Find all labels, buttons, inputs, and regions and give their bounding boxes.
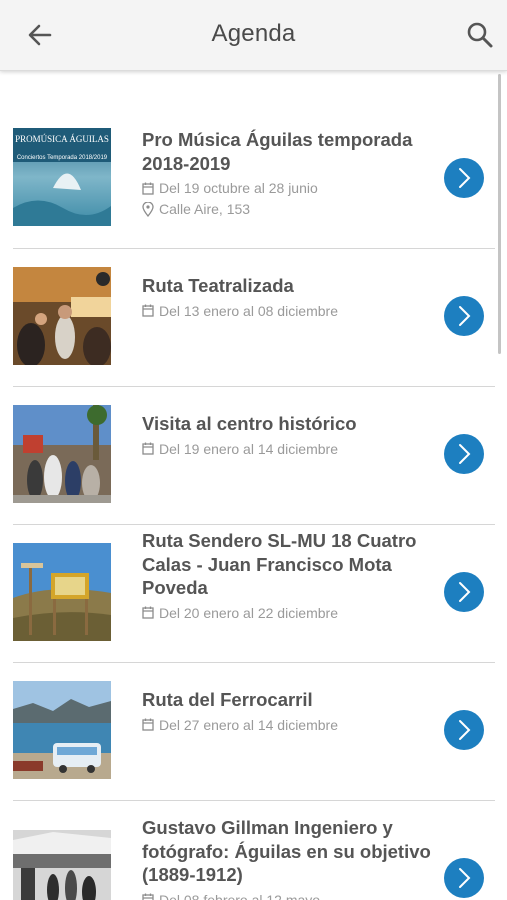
calendar-icon	[142, 442, 154, 455]
thumbnail-subtitle: Conciertos Temporada 2018/2019	[17, 155, 108, 161]
chevron-right-icon	[459, 868, 471, 888]
open-event-button[interactable]	[444, 158, 484, 198]
event-title: Ruta Sendero SL-MU 18 Cuatro Calas - Jua…	[142, 530, 417, 598]
calendar-icon	[142, 606, 154, 619]
event-title: Gustavo Gillman Ingeniero y fotógrafo: Á…	[142, 817, 431, 885]
search-icon	[467, 22, 493, 48]
event-thumbnail	[13, 681, 111, 779]
chevron-right-icon	[459, 168, 471, 188]
event-thumbnail	[13, 405, 111, 503]
event-thumbnail	[13, 543, 111, 641]
event-date: Del 13 enero al 08 diciembre	[142, 303, 432, 319]
event-info: Gustavo Gillman Ingeniero y fotógrafo: Á…	[142, 816, 432, 900]
search-button[interactable]	[462, 17, 498, 53]
location-pin-icon	[142, 201, 154, 217]
event-location: Calle Aire, 153	[142, 201, 432, 217]
event-list[interactable]: PROMÚSICA ÁGUILAS Conciertos Temporada 2…	[0, 72, 507, 900]
event-item[interactable]: Ruta Sendero SL-MU 18 Cuatro Calas - Jua…	[13, 524, 495, 663]
open-event-button[interactable]	[444, 296, 484, 336]
event-title: Ruta del Ferrocarril	[142, 689, 313, 710]
chevron-right-icon	[459, 720, 471, 740]
event-date: Del 19 octubre al 28 junio	[142, 180, 432, 196]
open-event-button[interactable]	[444, 434, 484, 474]
calendar-icon	[142, 182, 154, 195]
event-info: Visita al centro histórico Del 19 enero …	[142, 412, 432, 457]
event-item[interactable]: Ruta Teatralizada Del 13 enero al 08 dic…	[13, 248, 495, 387]
scrollbar[interactable]	[498, 74, 501, 354]
event-item[interactable]: Gustavo Gillman Ingeniero y fotógrafo: Á…	[13, 800, 495, 900]
event-info: Ruta del Ferrocarril Del 27 enero al 14 …	[142, 688, 432, 733]
event-info: Pro Música Águilas temporada 2018-2019 D…	[142, 128, 432, 217]
event-date: Del 20 enero al 22 diciembre	[142, 605, 432, 621]
event-date: Del 27 enero al 14 diciembre	[142, 717, 432, 733]
event-title: Pro Música Águilas temporada 2018-2019	[142, 129, 413, 174]
event-title: Ruta Teatralizada	[142, 275, 294, 296]
event-item[interactable]: Ruta del Ferrocarril Del 27 enero al 14 …	[13, 662, 495, 801]
page-title: Agenda	[211, 20, 296, 47]
event-info: Ruta Sendero SL-MU 18 Cuatro Calas - Jua…	[142, 529, 432, 621]
chevron-right-icon	[459, 582, 471, 602]
calendar-icon	[142, 304, 154, 317]
open-event-button[interactable]	[444, 710, 484, 750]
chevron-right-icon	[459, 444, 471, 464]
event-thumbnail	[13, 267, 111, 365]
event-date: Del 19 enero al 14 diciembre	[142, 441, 432, 457]
chevron-right-icon	[459, 306, 471, 326]
calendar-icon	[142, 893, 154, 900]
event-thumbnail	[13, 830, 111, 900]
event-date: Del 08 febrero al 12 mayo	[142, 892, 432, 900]
calendar-icon	[142, 718, 154, 731]
event-info: Ruta Teatralizada Del 13 enero al 08 dic…	[142, 274, 432, 319]
event-title: Visita al centro histórico	[142, 413, 357, 434]
open-event-button[interactable]	[444, 572, 484, 612]
open-event-button[interactable]	[444, 858, 484, 898]
event-thumbnail: PROMÚSICA ÁGUILAS Conciertos Temporada 2…	[13, 128, 111, 226]
top-app-bar: Agenda	[0, 0, 507, 71]
event-item[interactable]: PROMÚSICA ÁGUILAS Conciertos Temporada 2…	[13, 110, 495, 249]
thumbnail-title: PROMÚSICA ÁGUILAS	[15, 134, 109, 144]
event-item[interactable]: Visita al centro histórico Del 19 enero …	[13, 386, 495, 525]
